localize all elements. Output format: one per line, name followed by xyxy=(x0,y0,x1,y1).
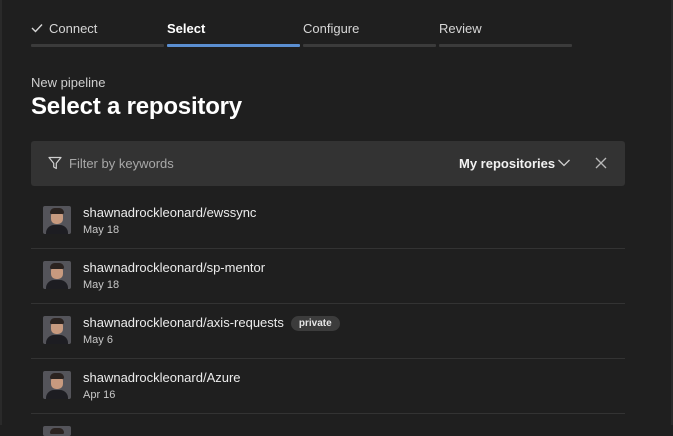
step-configure-label: Configure xyxy=(303,21,360,36)
step-configure-progress xyxy=(303,44,436,47)
step-connect-label: Connect xyxy=(31,21,97,36)
step-select-progress xyxy=(167,44,300,47)
chevron-down-icon[interactable] xyxy=(557,156,571,170)
avatar xyxy=(43,316,71,344)
list-item[interactable]: shawnadrockleonard/sp-mentor May 18 xyxy=(31,249,625,304)
step-connect-text: Connect xyxy=(49,21,98,36)
avatar xyxy=(43,426,71,436)
filter-input[interactable]: Filter by keywords xyxy=(69,156,174,171)
avatar xyxy=(43,206,71,234)
close-icon[interactable] xyxy=(593,155,609,171)
step-connect[interactable]: Connect xyxy=(31,0,164,48)
window-edge-left xyxy=(0,0,2,425)
repository-scope-dropdown[interactable]: My repositories xyxy=(459,156,555,171)
list-item[interactable]: shawnadrockleonard/Azure Apr 16 xyxy=(31,359,625,414)
repo-name: shawnadrockleonard/sp-mentor xyxy=(83,260,266,275)
repo-name: shawnadrockleonard/ewssync xyxy=(83,205,257,220)
checkmark-icon xyxy=(31,21,45,36)
step-connect-progress xyxy=(31,44,164,47)
list-item[interactable] xyxy=(31,414,625,436)
page-subtitle: New pipeline xyxy=(31,75,106,90)
repo-name-text: shawnadrockleonard/axis-requests xyxy=(83,315,284,330)
step-select[interactable]: Select xyxy=(167,0,300,48)
filter-bar: Filter by keywords My repositories xyxy=(31,141,625,186)
step-select-label: Select xyxy=(167,21,206,36)
page-title: Select a repository xyxy=(31,93,242,120)
step-configure[interactable]: Configure xyxy=(303,0,436,48)
step-review[interactable]: Review xyxy=(439,0,572,48)
step-review-progress xyxy=(439,44,572,47)
filter-icon[interactable] xyxy=(48,156,62,170)
repo-date: May 18 xyxy=(83,279,120,291)
avatar xyxy=(43,261,71,289)
list-item[interactable]: shawnadrockleonard/ewssync May 18 xyxy=(31,194,625,249)
repository-list: shawnadrockleonard/ewssync May 18 shawna… xyxy=(31,194,625,436)
repo-name: shawnadrockleonard/axis-requests private xyxy=(83,315,340,331)
repo-name: shawnadrockleonard/Azure xyxy=(83,370,241,385)
avatar xyxy=(43,371,71,399)
step-review-label: Review xyxy=(439,21,482,36)
private-badge: private xyxy=(290,316,340,331)
repo-date: May 6 xyxy=(83,334,113,346)
wizard-steps: Connect Select Configure Review xyxy=(31,0,576,48)
repo-date: Apr 16 xyxy=(83,389,116,401)
repo-date: May 18 xyxy=(83,224,120,236)
list-item[interactable]: shawnadrockleonard/axis-requests private … xyxy=(31,304,625,359)
